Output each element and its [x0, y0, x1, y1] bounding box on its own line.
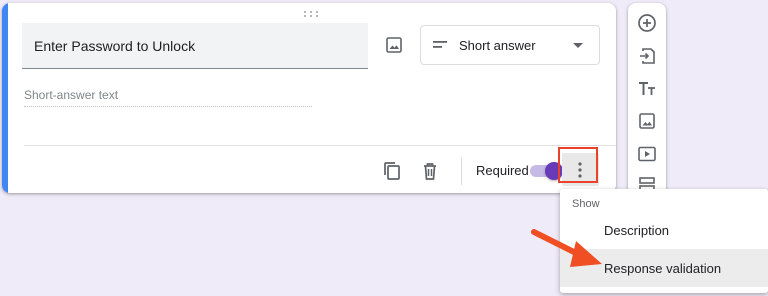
add-image-icon[interactable]: [382, 33, 406, 57]
question-title-input[interactable]: Enter Password to Unlock: [22, 23, 368, 69]
question-type-dropdown[interactable]: Short answer: [420, 25, 600, 65]
footer-separator: [461, 157, 462, 185]
image-icon[interactable]: [636, 110, 658, 132]
question-card: Enter Password to Unlock Short answer Sh…: [2, 3, 616, 193]
duplicate-icon[interactable]: [380, 159, 404, 183]
required-label: Required: [476, 163, 529, 178]
footer-divider: [24, 145, 616, 146]
required-toggle[interactable]: [530, 162, 564, 180]
more-vert-icon: [578, 162, 582, 178]
question-type-label: Short answer: [459, 38, 536, 53]
video-icon[interactable]: [636, 143, 658, 165]
question-title-text: Enter Password to Unlock: [34, 38, 196, 54]
short-text-icon: [433, 41, 447, 48]
menu-header: Show: [572, 198, 600, 210]
toggle-knob: [545, 162, 563, 180]
more-options-button[interactable]: [562, 153, 599, 186]
menu-item-label: Description: [604, 223, 670, 238]
menu-item-description[interactable]: Description: [560, 211, 768, 249]
title-text-icon[interactable]: [636, 78, 658, 100]
trash-icon[interactable]: [418, 159, 442, 183]
menu-item-label: Response validation: [604, 261, 722, 276]
floating-toolbar: [628, 3, 666, 195]
drag-handle-icon[interactable]: [304, 11, 318, 19]
short-answer-placeholder: Short-answer text: [24, 88, 312, 107]
import-questions-icon[interactable]: [636, 45, 658, 67]
more-options-menu: Show Description Response validation: [560, 189, 768, 293]
add-question-icon[interactable]: [636, 12, 658, 34]
dropdown-caret-icon: [573, 43, 583, 48]
menu-item-response-validation[interactable]: Response validation: [560, 249, 768, 287]
active-indicator: [2, 3, 8, 193]
